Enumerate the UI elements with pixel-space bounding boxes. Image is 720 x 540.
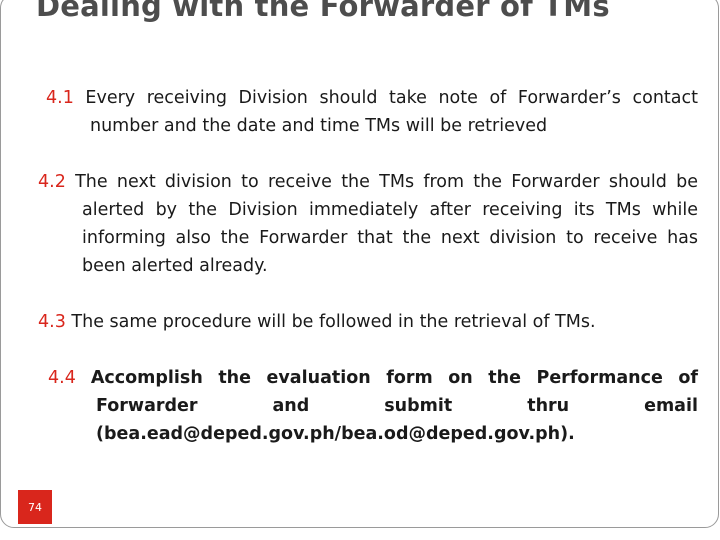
item-text: Every receiving Division should take not… (85, 88, 698, 136)
list-item: 4.3 The same procedure will be followed … (30, 308, 698, 336)
item-number: 4.4 (48, 368, 76, 388)
list-item: 4.2 The next division to receive the TMs… (30, 168, 698, 280)
slide: Dealing with the Forwarder of TMs 4.1 Ev… (0, 0, 720, 540)
item-text: The same procedure will be followed in t… (71, 312, 596, 332)
item-text: Accomplish the evaluation form on the Pe… (90, 368, 698, 444)
item-number: 4.2 (38, 172, 66, 192)
slide-body: 4.1 Every receiving Division should take… (30, 84, 698, 448)
item-number: 4.3 (38, 312, 66, 332)
list-item: 4.4 Accomplish the evaluation form on th… (30, 364, 698, 448)
list-item: 4.1 Every receiving Division should take… (30, 84, 698, 140)
page-title: Dealing with the Forwarder of TMs (36, 0, 610, 23)
item-number: 4.1 (46, 88, 74, 108)
item-text: The next division to receive the TMs fro… (75, 172, 698, 276)
slide-number-badge: 74 (18, 490, 52, 524)
